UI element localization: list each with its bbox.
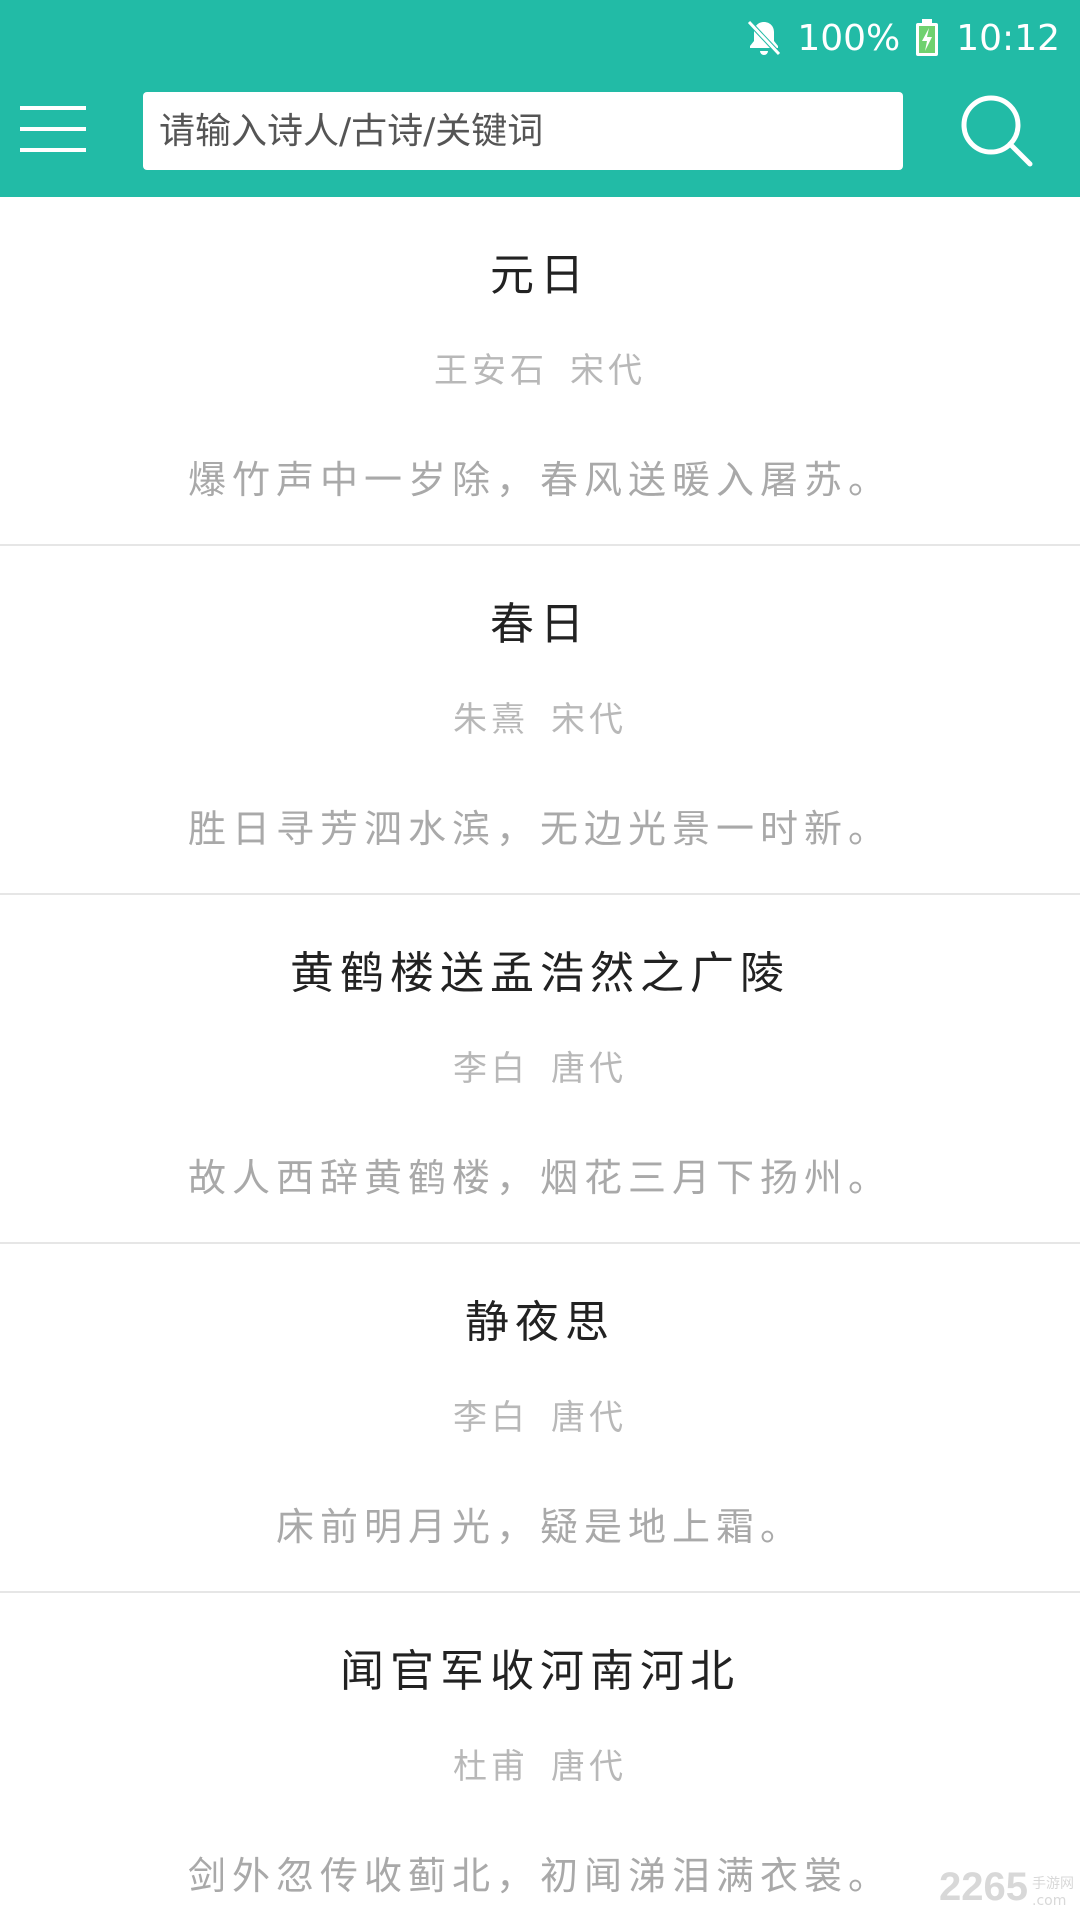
search-input[interactable] bbox=[157, 91, 903, 171]
poem-dynasty: 宋代 bbox=[551, 700, 627, 740]
poem-list-item[interactable]: 黄鹤楼送孟浩然之广陵 李白 唐代 故人西辞黄鹤楼，烟花三月下扬州。 bbox=[0, 895, 1080, 1244]
watermark-site-name: 手游网 bbox=[1032, 1876, 1074, 1893]
poem-meta: 朱熹 宋代 bbox=[0, 692, 1080, 741]
poem-list-item[interactable]: 闻官军收河南河北 杜甫 唐代 剑外忽传收蓟北，初闻涕泪满衣裳。 bbox=[0, 1593, 1080, 1920]
poem-poet: 朱熹 bbox=[453, 700, 529, 740]
hamburger-menu-icon bbox=[20, 104, 86, 158]
poem-title: 元日 bbox=[490, 250, 590, 301]
poem-list-item[interactable]: 元日 王安石 宋代 爆竹声中一岁除，春风送暖入屠苏。 bbox=[0, 197, 1080, 546]
bell-muted-icon bbox=[745, 18, 783, 58]
poem-poet: 王安石 bbox=[434, 351, 548, 391]
menu-button[interactable] bbox=[20, 98, 86, 164]
poem-meta: 杜甫 唐代 bbox=[0, 1739, 1080, 1788]
poem-poet: 杜甫 bbox=[453, 1747, 529, 1787]
search-field[interactable] bbox=[143, 91, 903, 171]
poem-meta: 王安石 宋代 bbox=[0, 343, 1080, 392]
poem-dynasty: 唐代 bbox=[551, 1049, 627, 1089]
poem-excerpt: 爆竹声中一岁除，春风送暖入屠苏。 bbox=[187, 458, 892, 502]
watermark-number: 2265 bbox=[939, 1865, 1028, 1909]
poem-list-item[interactable]: 春日 朱熹 宋代 胜日寻芳泗水滨，无边光景一时新。 bbox=[0, 546, 1080, 895]
poem-title: 闻官军收河南河北 bbox=[340, 1646, 740, 1697]
battery-percentage: 100% bbox=[797, 17, 901, 59]
search-icon bbox=[958, 92, 1036, 174]
poem-title: 春日 bbox=[490, 599, 590, 650]
poem-title: 静夜思 bbox=[465, 1297, 615, 1348]
poem-dynasty: 唐代 bbox=[551, 1747, 627, 1787]
app-header: 100% 10:12 bbox=[0, 0, 1080, 197]
search-button[interactable] bbox=[956, 92, 1038, 174]
poem-dynasty: 唐代 bbox=[551, 1398, 627, 1438]
poem-dynasty: 宋代 bbox=[570, 351, 646, 391]
poem-excerpt: 胜日寻芳泗水滨，无边光景一时新。 bbox=[187, 807, 892, 851]
poem-meta: 李白 唐代 bbox=[0, 1041, 1080, 1090]
poem-title: 黄鹤楼送孟浩然之广陵 bbox=[290, 948, 790, 999]
poem-excerpt: 床前明月光，疑是地上霜。 bbox=[275, 1505, 804, 1549]
poem-list: 元日 王安石 宋代 爆竹声中一岁除，春风送暖入屠苏。 春日 朱熹 宋代 胜日寻芳泗水… bbox=[0, 197, 1080, 1920]
poem-poet: 李白 bbox=[453, 1049, 529, 1089]
poem-excerpt: 故人西辞黄鹤楼，烟花三月下扬州。 bbox=[187, 1156, 892, 1200]
poem-meta: 李白 唐代 bbox=[0, 1390, 1080, 1439]
poem-excerpt: 剑外忽传收蓟北，初闻涕泪满衣裳。 bbox=[187, 1854, 892, 1898]
site-watermark: 2265 手游网 .com bbox=[939, 1865, 1074, 1910]
watermark-site: 手游网 .com bbox=[1032, 1876, 1074, 1910]
battery-charging-icon bbox=[914, 18, 940, 58]
poem-list-item[interactable]: 静夜思 李白 唐代 床前明月光，疑是地上霜。 bbox=[0, 1244, 1080, 1593]
status-bar: 100% 10:12 bbox=[745, 0, 1060, 76]
poem-poet: 李白 bbox=[453, 1398, 529, 1438]
watermark-domain: .com bbox=[1032, 1893, 1067, 1910]
clock: 10:12 bbox=[956, 17, 1060, 59]
